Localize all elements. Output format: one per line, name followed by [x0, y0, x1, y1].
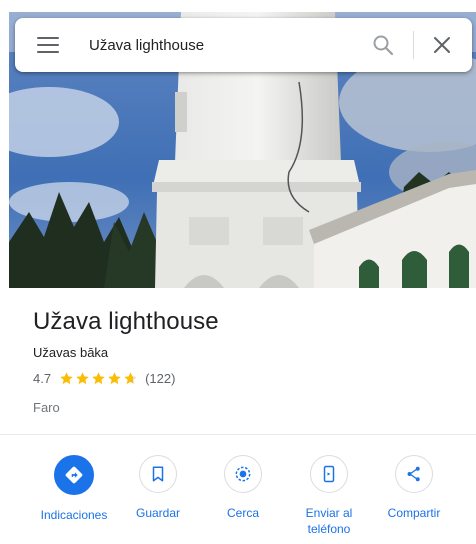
nearby-icon: [224, 455, 262, 493]
place-category: Faro: [33, 400, 60, 415]
place-title: Užava lighthouse: [33, 308, 219, 335]
star-icon: [124, 372, 137, 385]
search-icon[interactable]: [371, 33, 395, 57]
star-icon: [76, 372, 89, 385]
share-icon: [395, 455, 433, 493]
nearby-label: Cerca: [226, 506, 259, 520]
send-to-phone-icon: [310, 455, 348, 493]
save-label: Guardar: [135, 506, 181, 520]
share-label: Compartir: [387, 506, 441, 520]
nearby-button[interactable]: Cerca: [193, 455, 293, 521]
search-divider: [413, 31, 414, 59]
close-icon[interactable]: [430, 33, 454, 57]
divider: [0, 434, 476, 435]
rating-stars: [59, 371, 139, 386]
star-icon: [60, 372, 73, 385]
directions-label: Indicaciones: [40, 508, 108, 522]
search-bar[interactable]: Užava lighthouse: [15, 18, 472, 72]
search-input[interactable]: Užava lighthouse: [89, 37, 371, 54]
bookmark-icon: [139, 455, 177, 493]
rating-value: 4.7: [33, 371, 52, 386]
star-icon: [108, 372, 121, 385]
share-button[interactable]: Compartir: [364, 455, 464, 521]
directions-icon: [54, 455, 94, 495]
place-local-name: Užavas bāka: [33, 345, 109, 360]
rating-row[interactable]: 4.7 (122): [33, 371, 175, 386]
star-icon: [92, 372, 105, 385]
send-to-phone-label: Enviar al teléfono: [305, 506, 353, 536]
menu-icon[interactable]: [37, 37, 59, 53]
review-count[interactable]: (122): [145, 371, 175, 386]
